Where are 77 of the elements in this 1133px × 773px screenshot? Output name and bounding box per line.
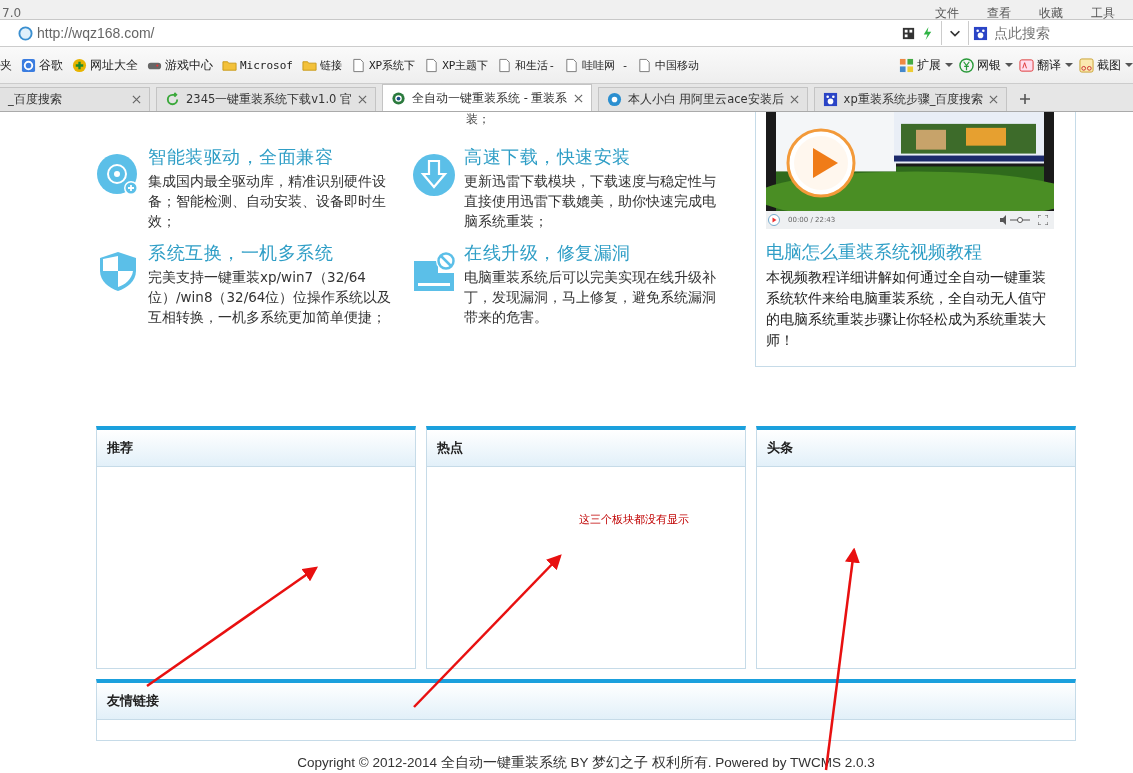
toolbar-button[interactable]: 网银: [959, 56, 1001, 74]
download-icon: [412, 153, 456, 197]
browser-tab[interactable]: 本人小白 用阿里云ace安装后: [597, 87, 808, 111]
version-label: 7.0: [2, 7, 22, 19]
video-description: 本视频教程详细讲解如何通过全自动一键重装系统软件来给电脑重装系统，全自动无人值守的电脑系统重装步骤让你轻松成为系统重装大师！: [766, 268, 1047, 350]
menu-item[interactable]: 收藏: [1039, 7, 1063, 19]
page-icon: [637, 57, 653, 73]
close-icon[interactable]: [573, 93, 583, 103]
menu-item[interactable]: 工具: [1091, 7, 1115, 19]
play-icon[interactable]: [786, 128, 856, 198]
page-icon: [497, 57, 513, 73]
feature-title: 高速下载，快速安装: [464, 146, 632, 169]
globe-icon: [391, 90, 407, 106]
toolbar-button[interactable]: 截图: [1079, 56, 1121, 74]
bookmark-item[interactable]: 夹: [0, 56, 12, 74]
caret-icon[interactable]: [1125, 61, 1133, 69]
bookmark-item[interactable]: Microsof: [222, 56, 293, 74]
caret-icon[interactable]: [945, 61, 953, 69]
feature-title: 在线升级，修复漏洞: [464, 242, 632, 265]
browser-tab[interactable]: xp重装系统步骤_百度搜索: [813, 87, 1008, 111]
feature-title: 智能装驱动，全面兼容: [148, 146, 334, 169]
address-field[interactable]: http://wqz168.com/: [0, 21, 942, 45]
paw-icon[interactable]: [973, 25, 988, 41]
translate-icon: [1019, 57, 1034, 73]
bookmark-item[interactable]: XP主题下: [424, 56, 489, 74]
menu-item[interactable]: 查看: [987, 7, 1011, 19]
search-field[interactable]: 点此搜索: [992, 24, 1126, 42]
drive-icon: [412, 249, 456, 293]
volume-slider-icon[interactable]: [1000, 215, 1030, 225]
caret-icon[interactable]: [1065, 61, 1073, 69]
bookmark-item[interactable]: XP系统下: [351, 56, 416, 74]
scissors-icon: [1079, 57, 1094, 73]
panel-title: 推荐: [107, 439, 133, 457]
bookmark-item[interactable]: 网址大全: [72, 56, 138, 74]
feature-title: 系统互换，一机多系统: [148, 242, 334, 265]
bookmark-item[interactable]: 链接: [302, 56, 342, 74]
globe-icon: [18, 25, 33, 41]
feature-text: 电脑重装系统后可以完美实现在线升级补丁，发现漏洞，马上修复，避免系统漏洞带来的危害。: [464, 268, 717, 327]
page-icon: [564, 57, 580, 73]
menu-item[interactable]: 文件: [935, 7, 959, 19]
annotation-text: 这三个板块都没有显示: [579, 512, 689, 527]
bookmark-item[interactable]: 游戏中心: [147, 56, 213, 74]
close-icon[interactable]: [132, 95, 141, 104]
bookmark-item[interactable]: 和生活-: [497, 56, 556, 74]
aperture-icon: [606, 92, 622, 107]
bookmark-item[interactable]: 哇哇网 -: [564, 56, 629, 74]
qr-code-icon[interactable]: [901, 25, 916, 41]
panel-title: 头条: [767, 439, 793, 457]
close-icon[interactable]: [989, 95, 999, 104]
feature-text: 装；: [466, 112, 490, 126]
panel-title: 热点: [437, 439, 463, 457]
page-icon: [424, 57, 440, 73]
page-icon: [351, 57, 366, 73]
play-icon[interactable]: [768, 214, 780, 226]
toolbar-button[interactable]: 翻译: [1019, 56, 1061, 74]
yen-icon: [959, 57, 974, 73]
browser-tab[interactable]: 全自动一键重装系统 - 重装系: [382, 84, 592, 111]
panel-title: 友情链接: [107, 692, 159, 710]
caret-icon[interactable]: [1005, 61, 1013, 69]
ring-icon: [21, 57, 36, 73]
new-tab-icon[interactable]: [1019, 93, 1032, 105]
toolbar-button[interactable]: 扩展: [899, 56, 941, 74]
paw-icon: [822, 92, 838, 107]
plus-icon: [72, 57, 87, 73]
bookmark-item[interactable]: 中国移动: [637, 56, 700, 74]
refresh-icon: [165, 92, 180, 107]
feature-text: 完美支持一键重装xp/win7（32/64位）/win8（32/64位）位操作系统以及互相转换，一机多系统更加简单便捷；: [148, 268, 393, 327]
close-icon[interactable]: [789, 95, 799, 104]
fullscreen-icon[interactable]: [1038, 215, 1048, 225]
bookmark-item[interactable]: 谷歌: [21, 56, 63, 74]
grid-icon: [899, 57, 914, 73]
close-icon[interactable]: [358, 95, 368, 104]
disc-icon: [96, 153, 140, 197]
browser-tab[interactable]: 2345一键重装系统下载v1.0 官: [156, 87, 377, 111]
feature-text: 集成国内最全驱动库，精准识别硬件设备；智能检测、自动安装、设备即时生效；: [148, 172, 387, 231]
feature-text: 更新迅雷下载模块，下载速度与稳定性与直接使用迅雷下载媲美，助你快速完成电脑系统重装；: [464, 172, 717, 231]
browser-tab[interactable]: _百度搜索: [0, 87, 150, 111]
